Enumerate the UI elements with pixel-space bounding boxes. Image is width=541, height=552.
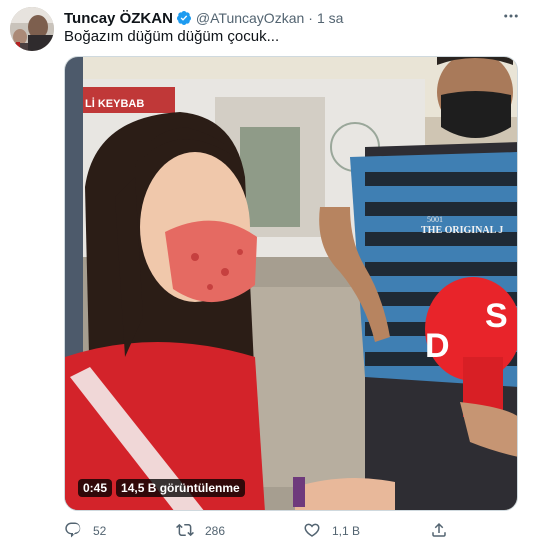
video-duration: 0:45 <box>78 479 113 497</box>
reply-icon <box>64 521 82 542</box>
svg-text:D: D <box>425 327 450 365</box>
retweet-count: 286 <box>205 524 226 538</box>
more-icon[interactable] <box>500 7 522 25</box>
tweet-text: Boğazım düğüm düğüm çocuk... <box>64 28 280 45</box>
video-info: 0:45 14,5 B görüntülenme <box>78 479 245 497</box>
like-count: 1,1 B <box>332 524 361 538</box>
separator: · <box>308 10 313 26</box>
verified-badge-icon <box>176 10 192 26</box>
svg-text:S: S <box>485 297 508 335</box>
video-player[interactable]: Lİ KEYBAB 5001 THE ORIGINAL J D S 0:45 1… <box>64 56 518 511</box>
video-views: 14,5 B görüntülenme <box>116 479 245 497</box>
timestamp[interactable]: 1 sa <box>317 10 343 26</box>
tweet-header: Tuncay ÖZKAN @ATuncayOzkan · 1 sa <box>64 8 343 28</box>
author-handle[interactable]: @ATuncayOzkan <box>196 10 304 26</box>
tweet[interactable]: Tuncay ÖZKAN @ATuncayOzkan · 1 sa Boğazı… <box>0 0 541 552</box>
reply-count: 52 <box>93 524 107 538</box>
video-frame: Lİ KEYBAB 5001 THE ORIGINAL J D S <box>65 57 517 510</box>
tweet-actions: 52 286 1,1 B <box>64 521 518 541</box>
retweet-icon <box>176 521 194 542</box>
tshirt-number: 5001 <box>427 215 443 224</box>
like-icon <box>303 521 321 542</box>
share-button[interactable] <box>430 521 448 541</box>
retweet-button[interactable]: 286 <box>176 521 225 541</box>
banner-text: Lİ KEYBAB <box>85 97 144 110</box>
like-button[interactable]: 1,1 B <box>303 521 360 541</box>
avatar[interactable] <box>10 7 54 51</box>
author-name[interactable]: Tuncay ÖZKAN <box>64 10 173 27</box>
reply-button[interactable]: 52 <box>64 521 106 541</box>
share-icon <box>430 521 448 542</box>
tshirt-text: THE ORIGINAL J <box>421 225 503 236</box>
